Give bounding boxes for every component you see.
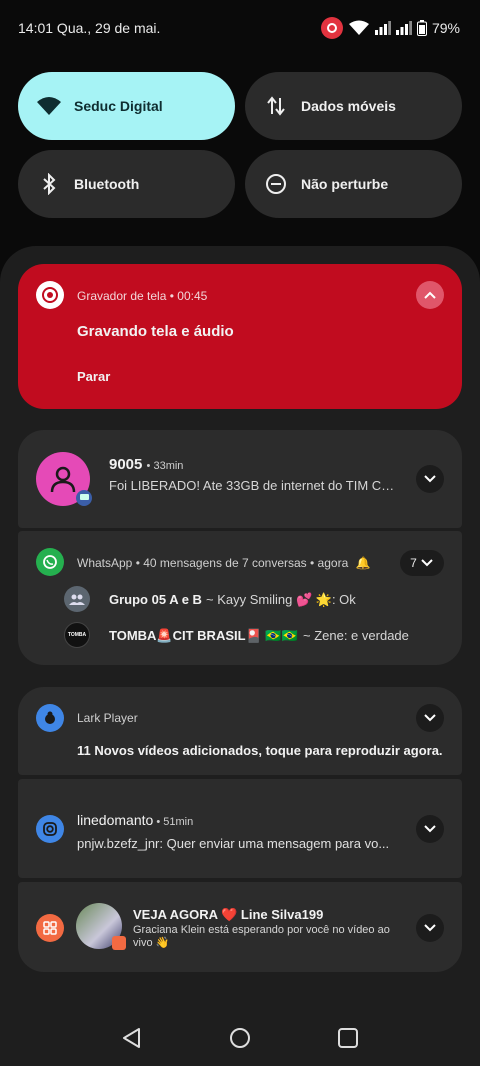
live-message-text: Graciana Klein está esperando por você n… [133,924,390,949]
screen-record-indicator-icon [320,17,343,39]
whatsapp-conversation-preview: ~ Kayy Smiling 💕 🌟: Ok [206,592,356,607]
bluetooth-tile[interactable]: Bluetooth [18,150,235,218]
screen-recorder-app-icon [36,281,64,309]
signal-icon-2 [395,21,412,35]
alert-bell-icon: 🔔 [355,556,371,570]
whatsapp-notification[interactable]: WhatsApp • 40 mensagens de 7 conversas •… [18,531,462,665]
tomba-avatar-text: TOMBA [67,632,87,638]
recents-icon[interactable] [337,1027,359,1049]
sms-expand-button[interactable] [416,465,444,493]
screen-recorder-notification[interactable]: Gravador de tela • 00:45 Gravando tela e… [18,264,462,409]
status-bar: 14:01 Qua., 29 de mai. 79% [0,0,480,56]
sms-time: 33min [153,460,184,472]
instagram-header: linedomanto • 51min [77,812,194,828]
stop-recording-button[interactable]: Parar [77,369,110,384]
wifi-tile[interactable]: Seduc Digital [18,72,235,140]
recorder-app-name: Gravador de tela [77,289,167,303]
dnd-tile-label: Não perturbe [301,176,389,192]
whatsapp-header: WhatsApp • 40 mensagens de 7 conversas •… [77,556,371,570]
whatsapp-conversation-name: TOMBA🚨CIT BRASIL🎴 🇧🇷🇧🇷 [109,628,298,643]
live-video-notification[interactable]: VEJA AGORA ❤️ Line Silva199 Graciana Kle… [18,882,462,972]
bluetooth-icon [36,171,62,197]
live-badge-icon [112,936,126,950]
messages-badge-icon [76,490,92,506]
recorder-collapse-button[interactable] [416,281,444,309]
whatsapp-conversation-name: Grupo 05 A e B [109,592,202,607]
wave-emoji: 👋 [155,937,170,949]
wifi-icon [36,93,62,119]
dnd-tile[interactable]: Não perturbe [245,150,462,218]
whatsapp-app-name: WhatsApp [77,556,133,570]
recorder-header: Gravador de tela • 00:45 [77,289,208,303]
status-time-date: 14:01 Qua., 29 de mai. [18,20,161,36]
instagram-expand-button[interactable] [416,815,444,843]
battery-icon [416,20,427,36]
do-not-disturb-icon [263,171,289,197]
whatsapp-expand-button[interactable]: 7 [400,550,444,576]
sms-notification[interactable]: 9005 • 33min Foi LIBERADO! Ate 33GB de i… [18,430,462,528]
sms-sender: 9005 [109,456,143,473]
lark-app-name: Lark Player [77,711,138,725]
tomba-avatar-icon: TOMBA [64,622,90,648]
sms-message: Foi LIBERADO! Ate 33GB de internet do TI… [109,478,399,493]
mobile-data-tile[interactable]: Dados móveis [245,72,462,140]
lark-message: 11 Novos vídeos adicionados, toque para … [77,743,443,758]
instagram-sender: linedomanto [77,812,154,828]
bluetooth-tile-label: Bluetooth [74,176,140,192]
instagram-time: 51min [163,816,194,828]
battery-percent: 79% [431,20,460,36]
lark-expand-button[interactable] [416,704,444,732]
mobile-data-icon [263,93,289,119]
whatsapp-count: 7 [410,556,417,570]
lark-player-notification[interactable]: Lark Player 11 Novos vídeos adicionados,… [18,687,462,775]
instagram-notification[interactable]: linedomanto • 51min pnjw.bzefz_jnr: Quer… [18,779,462,878]
whatsapp-icon [36,548,64,576]
status-icons: 79% [320,17,460,39]
sms-header: 9005 • 33min [109,456,184,473]
lark-player-icon [36,704,64,732]
instagram-icon [36,815,64,843]
live-title: VEJA AGORA ❤️ Line Silva199 [133,907,324,922]
live-message: Graciana Klein está esperando por você n… [133,924,403,950]
back-icon[interactable] [121,1027,143,1049]
recorder-title: Gravando tela e áudio [77,323,234,340]
instagram-message: pnjw.bzefz_jnr: Quer enviar uma mensagem… [77,836,390,851]
whatsapp-conversation-preview: ~ Zene: e verdade [303,628,409,643]
wifi-data-icon [348,20,369,35]
live-expand-button[interactable] [416,914,444,942]
whatsapp-summary: 40 mensagens de 7 conversas [143,556,307,570]
wifi-tile-label: Seduc Digital [74,98,163,114]
live-app-icon [36,914,64,942]
signal-icon [374,21,391,35]
navigation-bar [0,1010,480,1066]
group-avatar-icon [64,586,90,612]
chevron-down-icon [421,559,433,567]
home-icon[interactable] [229,1027,251,1049]
mobile-data-tile-label: Dados móveis [301,98,396,114]
whatsapp-time: agora [317,556,349,570]
recorder-time: 00:45 [177,289,208,303]
